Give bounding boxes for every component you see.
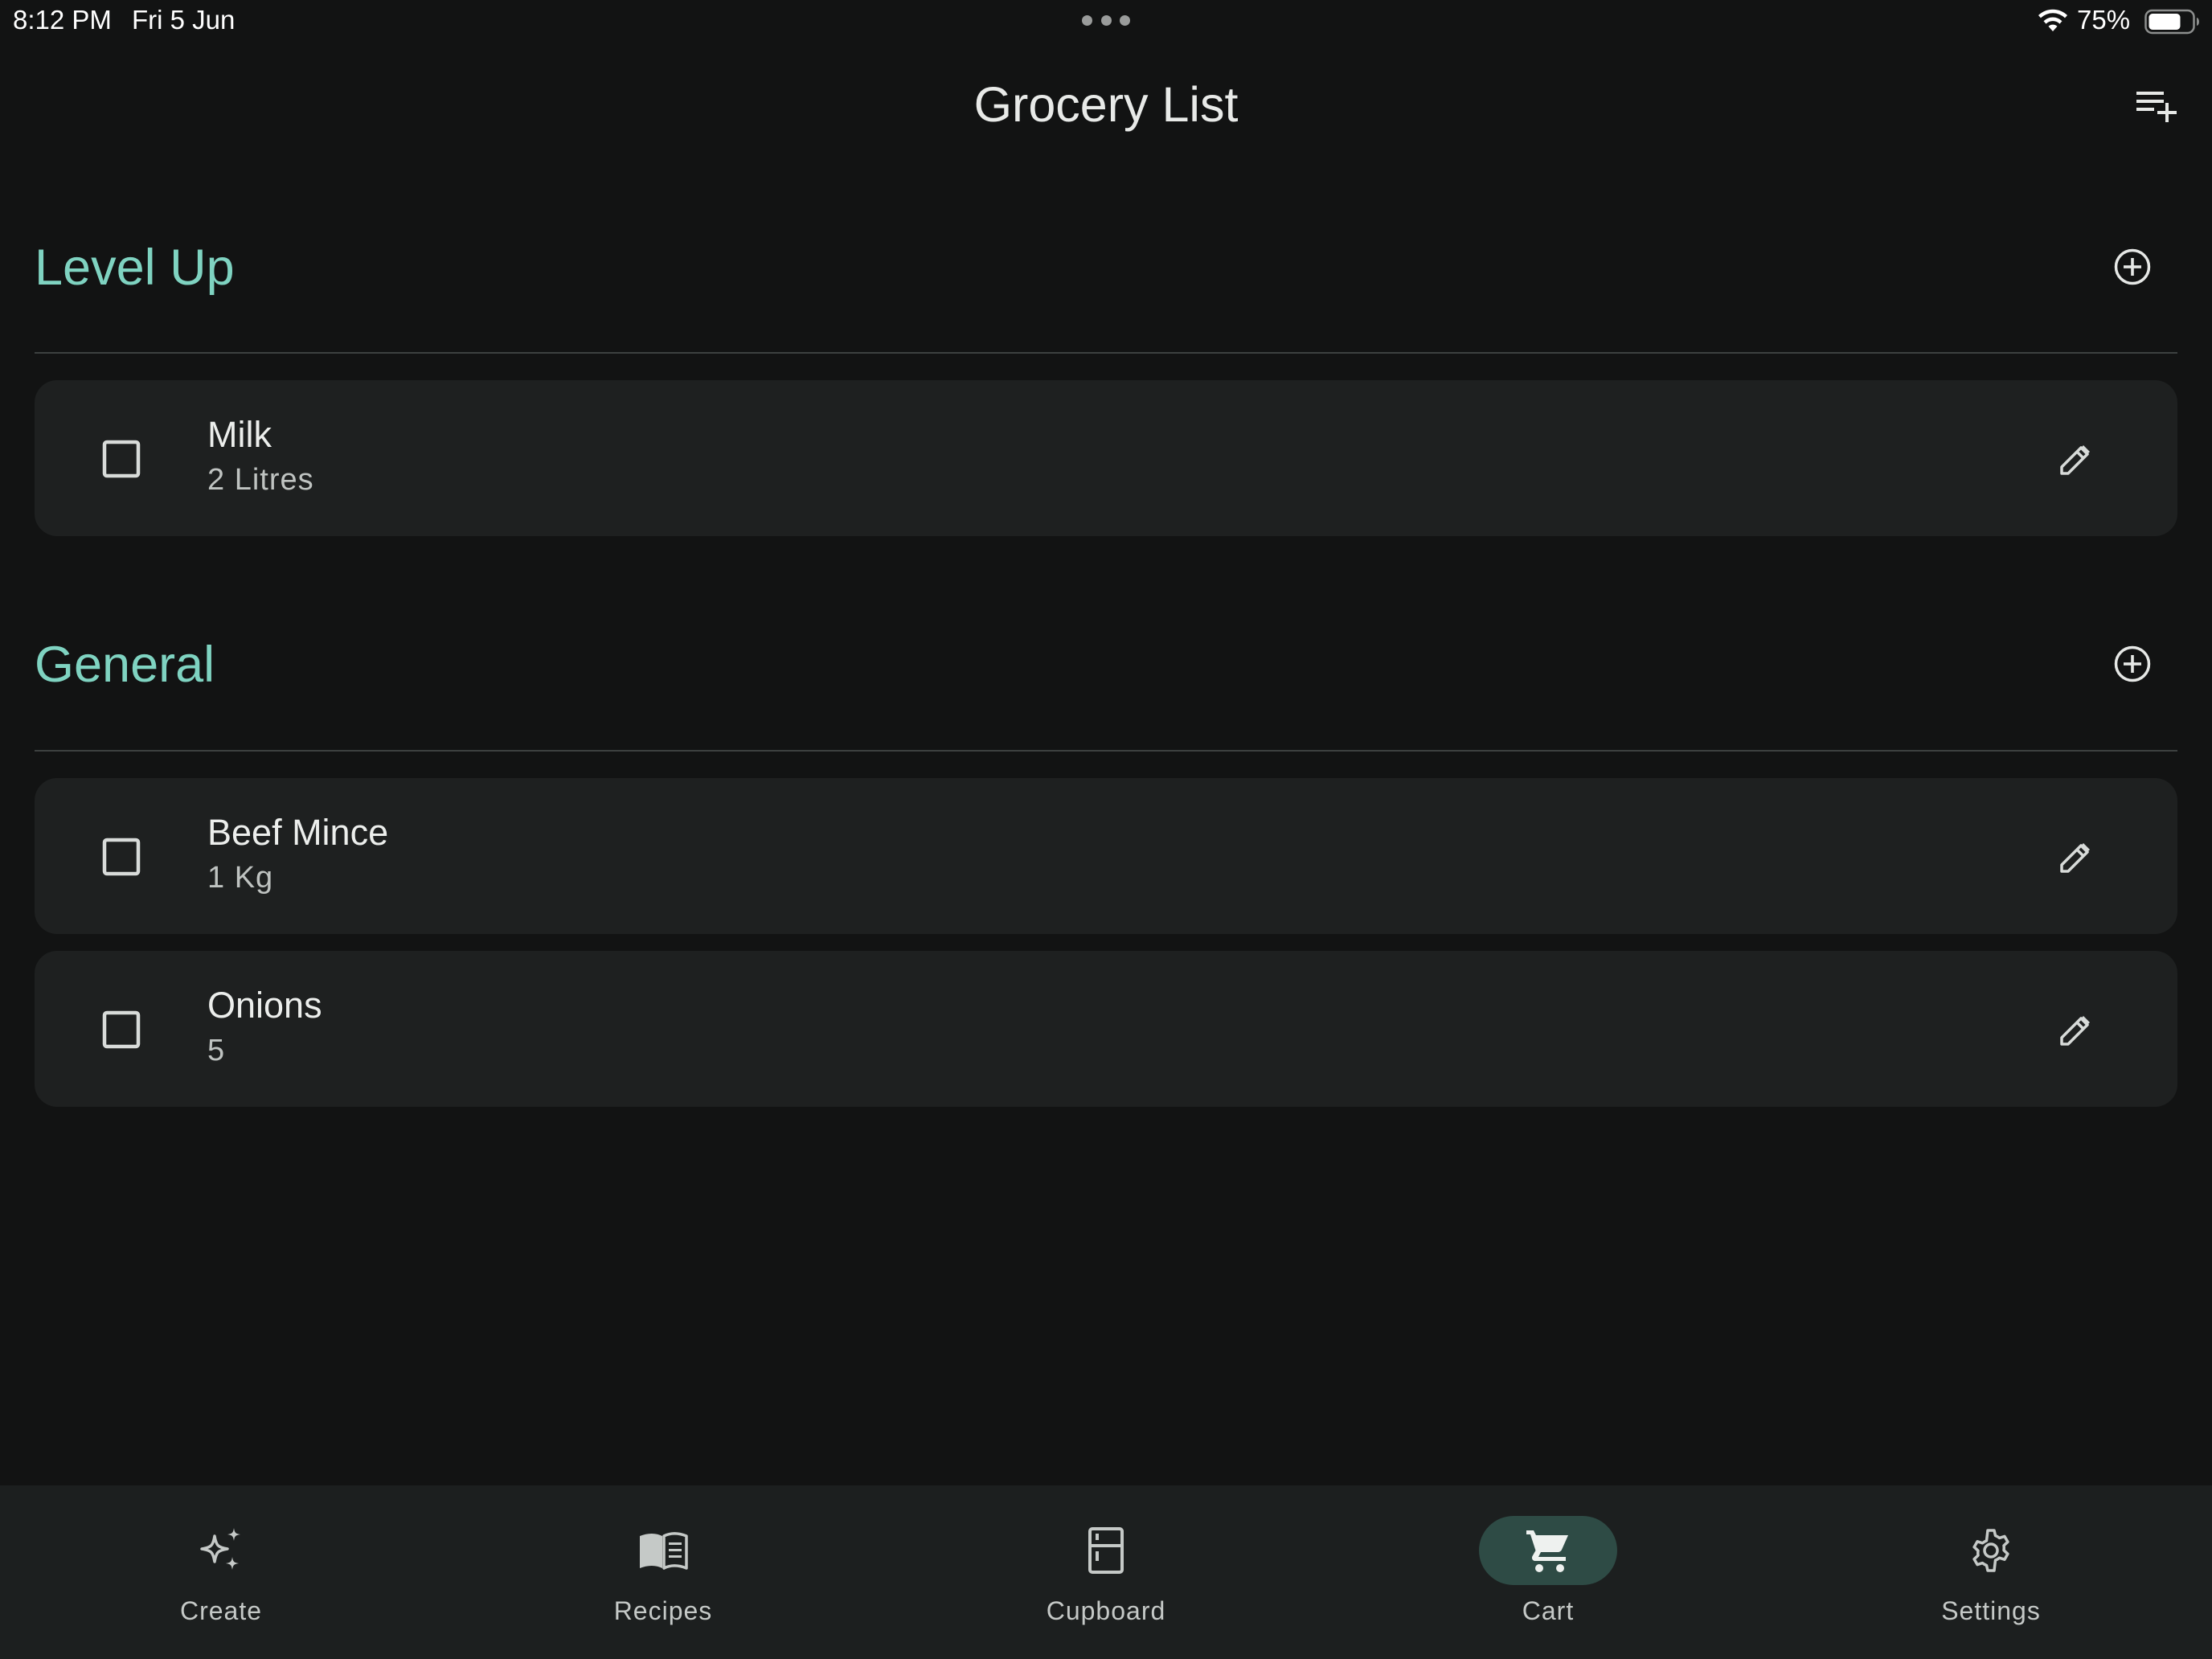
checkbox[interactable] bbox=[102, 838, 141, 876]
nav-label: Cart bbox=[1522, 1596, 1575, 1625]
section-title: General bbox=[35, 637, 215, 693]
cart-icon bbox=[1526, 1530, 1568, 1572]
edit-item-button[interactable] bbox=[2047, 830, 2103, 886]
section-header-general: General bbox=[35, 629, 2177, 725]
nav-label: Cupboard bbox=[1046, 1596, 1166, 1625]
multitasking-handle[interactable] bbox=[1082, 15, 1130, 27]
sparkles-icon bbox=[200, 1528, 240, 1570]
section-divider bbox=[35, 750, 2177, 752]
gear-icon bbox=[1972, 1529, 2009, 1572]
section-title: Level Up bbox=[35, 240, 235, 296]
nav-item-recipes[interactable]: Recipes bbox=[442, 1485, 884, 1659]
item-quantity: 2 Litres bbox=[207, 463, 314, 497]
bottom-navigation: Create Recipes Cupboard Cart Settings bbox=[0, 1485, 2212, 1659]
add-list-button[interactable] bbox=[2127, 80, 2183, 129]
nav-label: Create bbox=[179, 1596, 263, 1625]
section-header-level-up: Level Up bbox=[35, 231, 2177, 328]
nav-item-create[interactable]: Create bbox=[0, 1485, 442, 1659]
nav-icon-container bbox=[1037, 1516, 1175, 1585]
add-circle-icon bbox=[2114, 248, 2151, 285]
nav-label: Recipes bbox=[613, 1596, 713, 1625]
nav-icon-container bbox=[594, 1516, 732, 1585]
status-date: Fri 5 Jun bbox=[132, 5, 236, 35]
pencil-icon bbox=[2060, 1016, 2090, 1046]
add-item-button[interactable] bbox=[2081, 238, 2177, 296]
nav-item-cupboard[interactable]: Cupboard bbox=[885, 1485, 1327, 1659]
item-name: Milk bbox=[207, 414, 272, 455]
nav-icon-container bbox=[1922, 1516, 2060, 1585]
section-divider bbox=[35, 352, 2177, 354]
pencil-icon bbox=[2060, 445, 2090, 475]
page-title: Grocery List bbox=[973, 77, 1239, 132]
edit-item-button[interactable] bbox=[2047, 1002, 2103, 1059]
checkbox[interactable] bbox=[102, 1010, 141, 1049]
playlist-add-icon bbox=[2136, 92, 2177, 122]
checkbox[interactable] bbox=[102, 440, 141, 478]
grocery-item-card: Beef Mince 1 Kg bbox=[35, 778, 2177, 934]
item-quantity: 1 Kg bbox=[207, 861, 274, 895]
pencil-icon bbox=[2060, 843, 2090, 873]
add-circle-icon bbox=[2114, 645, 2151, 682]
nav-icon-container bbox=[1479, 1516, 1617, 1585]
edit-item-button[interactable] bbox=[2047, 432, 2103, 488]
add-item-button[interactable] bbox=[2081, 635, 2177, 693]
nav-label: Settings bbox=[1941, 1596, 2041, 1625]
grocery-item-card: Onions 5 bbox=[35, 951, 2177, 1107]
battery-percent: 75% bbox=[2077, 5, 2131, 35]
cupboard-icon bbox=[1088, 1527, 1124, 1574]
item-quantity: 5 bbox=[207, 1034, 226, 1067]
nav-item-cart[interactable]: Cart bbox=[1327, 1485, 1769, 1659]
item-name: Beef Mince bbox=[207, 812, 389, 853]
book-icon bbox=[640, 1532, 688, 1570]
dot-icon bbox=[1082, 15, 1092, 26]
item-name: Onions bbox=[207, 985, 322, 1026]
dot-icon bbox=[1100, 15, 1112, 26]
grocery-item-card: Milk 2 Litres bbox=[35, 380, 2177, 536]
status-time: 8:12 PM bbox=[13, 5, 112, 35]
wifi-icon bbox=[2038, 9, 2067, 31]
dot-icon bbox=[1120, 15, 1130, 26]
grocery-list-screen: 8:12 PM Fri 5 Jun 75% Grocery List Level… bbox=[0, 0, 2212, 1659]
nav-item-settings[interactable]: Settings bbox=[1770, 1485, 2212, 1659]
battery-icon bbox=[2144, 9, 2199, 35]
status-bar: 8:12 PM Fri 5 Jun 75% bbox=[0, 0, 2212, 43]
nav-icon-container bbox=[152, 1516, 290, 1585]
